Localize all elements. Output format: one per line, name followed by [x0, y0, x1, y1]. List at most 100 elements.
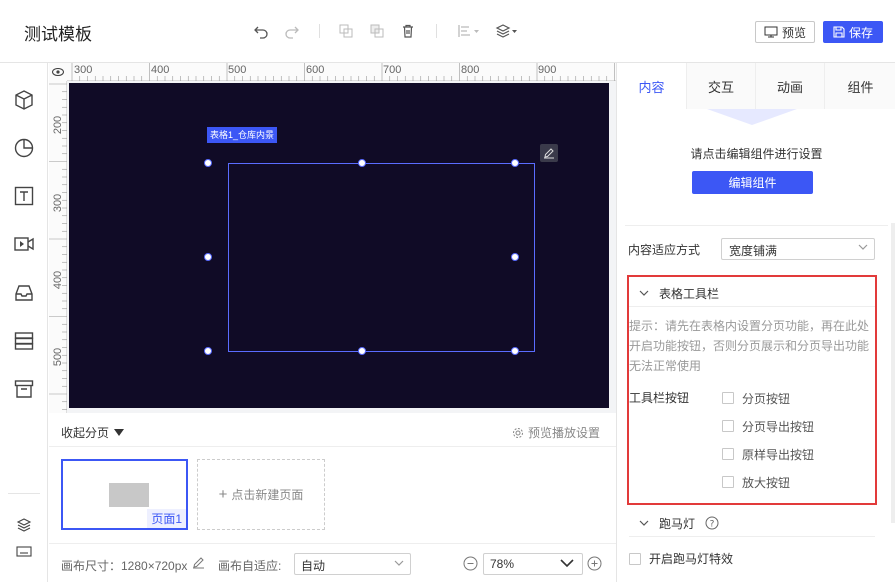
- save-button[interactable]: 保存: [823, 21, 883, 43]
- zoom-out-icon[interactable]: [463, 556, 478, 574]
- resize-handle[interactable]: [204, 347, 212, 355]
- tab-content[interactable]: 内容: [617, 63, 686, 109]
- inbox-icon[interactable]: [12, 281, 36, 305]
- ruler-label: 400: [52, 270, 65, 290]
- panel-scrollbar[interactable]: [891, 223, 895, 523]
- ruler-label: 400: [151, 64, 170, 76]
- auto-fit-value: 自动: [301, 559, 326, 573]
- ruler-label: 300: [74, 64, 93, 76]
- delete-icon[interactable]: [399, 22, 417, 40]
- ruler-label: 500: [52, 347, 65, 367]
- ruler-label: 600: [306, 64, 325, 76]
- pencil-icon[interactable]: [540, 144, 558, 162]
- checkbox[interactable]: [722, 476, 734, 488]
- marquee-section-header[interactable]: 跑马灯 ?: [629, 512, 875, 534]
- cube-icon[interactable]: [12, 88, 36, 112]
- checkbox-zoom-button[interactable]: 放大按钮: [722, 474, 790, 490]
- property-tabs: 内容 交互 动画 组件: [617, 63, 895, 109]
- collapse-pages-button[interactable]: 收起分页: [61, 424, 125, 441]
- toolbar-divider: [319, 24, 320, 38]
- content-fit-label: 内容适应方式: [628, 243, 701, 257]
- checkbox[interactable]: [629, 552, 641, 565]
- resize-handle[interactable]: [358, 347, 366, 355]
- table-toolbar-section-header[interactable]: 表格工具栏: [629, 282, 875, 304]
- auto-fit-select[interactable]: 自动: [294, 553, 411, 575]
- tab-component[interactable]: 组件: [824, 63, 895, 109]
- resize-handle[interactable]: [204, 253, 212, 261]
- svg-text:?: ?: [710, 520, 715, 530]
- divider: [629, 536, 875, 537]
- checkbox[interactable]: [722, 392, 734, 404]
- ruler-label: 800: [461, 64, 480, 76]
- resize-handle[interactable]: [511, 347, 519, 355]
- tab-animation[interactable]: 动画: [755, 63, 824, 109]
- content-fit-value: 宽度铺满: [729, 244, 778, 258]
- text-icon[interactable]: [12, 184, 36, 208]
- auto-fit-label: 画布自适应:: [218, 559, 282, 573]
- server-icon[interactable]: [12, 329, 36, 353]
- canvas-stage[interactable]: 表格1_仓库内景: [69, 83, 609, 408]
- edit-hint-text: 请点击编辑组件进行设置: [690, 147, 823, 161]
- paste-icon[interactable]: [368, 22, 386, 40]
- layers-icon[interactable]: [12, 513, 36, 537]
- add-page-button[interactable]: + 点击新建页面: [197, 459, 325, 530]
- divider: [625, 225, 888, 226]
- checkbox-pagination-button[interactable]: 分页按钮: [722, 390, 790, 406]
- resize-handle[interactable]: [358, 159, 366, 167]
- ruler-label: 200: [52, 115, 65, 135]
- preview-button[interactable]: 预览: [755, 21, 815, 43]
- caret-down-icon: [114, 428, 125, 436]
- keyboard-icon[interactable]: [12, 539, 36, 563]
- help-icon[interactable]: ?: [705, 516, 719, 530]
- layer-icon[interactable]: [494, 22, 520, 40]
- checkbox-label: 开启跑马灯特效: [649, 552, 734, 566]
- redo-icon[interactable]: [283, 22, 301, 40]
- chevron-down-icon: [639, 520, 649, 526]
- gear-icon: [512, 427, 523, 438]
- right-panel: 内容 交互 动画 组件 请点击编辑组件进行设置 编辑组件 内容适应方式 宽度铺满…: [616, 63, 895, 582]
- pages-header: 收起分页 预览播放设置: [49, 414, 616, 447]
- page-label: 页面1: [147, 509, 186, 528]
- preview-label: 预览: [781, 25, 806, 40]
- page-thumbnail[interactable]: 页面1: [61, 459, 188, 530]
- video-icon[interactable]: [12, 232, 36, 256]
- resize-handle[interactable]: [511, 253, 519, 261]
- tab-label: 内容: [638, 79, 665, 95]
- eye-icon[interactable]: [49, 63, 67, 81]
- checkbox[interactable]: [722, 420, 734, 432]
- checkbox-enable-marquee[interactable]: 开启跑马灯特效: [629, 550, 733, 567]
- checkbox-page-export-button[interactable]: 分页导出按钮: [722, 418, 814, 434]
- content-fit-select[interactable]: 宽度铺满: [721, 238, 875, 260]
- preview-settings-button[interactable]: 预览播放设置: [512, 424, 600, 441]
- plus-icon: +: [218, 486, 228, 503]
- monitor-icon: [764, 26, 778, 38]
- resize-handle[interactable]: [204, 159, 212, 167]
- canvas-area[interactable]: 300 400 500 600 700 800 900 200 300 400 …: [49, 63, 616, 413]
- edit-component-button[interactable]: 编辑组件: [692, 171, 813, 194]
- save-label: 保存: [848, 25, 873, 40]
- zoom-in-icon[interactable]: [587, 556, 602, 574]
- collapse-pages-label: 收起分页: [61, 426, 110, 440]
- tab-interaction[interactable]: 交互: [686, 63, 755, 109]
- resize-handle[interactable]: [511, 159, 519, 167]
- copy-icon[interactable]: [337, 22, 355, 40]
- canvas-size-label: 画布尺寸：1280×720px: [61, 559, 188, 573]
- checkbox-label: 原样导出按钮: [742, 447, 815, 462]
- tab-label: 交互: [707, 79, 734, 95]
- ruler-left: 200 300 400 500: [49, 81, 67, 413]
- selected-table-component[interactable]: [228, 163, 535, 352]
- toolbar-tip-text: 提示：请先在表格内设置分页功能，再在此处开启功能按钮，否则分页展示和分页导出功能…: [629, 319, 870, 373]
- bottom-bar: 画布尺寸：1280×720px 画布自适应: 自动 78%: [49, 543, 616, 582]
- zoom-select[interactable]: 78%: [483, 553, 583, 575]
- checkbox-original-export-button[interactable]: 原样导出按钮: [722, 446, 814, 462]
- toolbar-buttons-label: 工具栏按钮: [629, 391, 690, 405]
- undo-icon[interactable]: [252, 22, 270, 40]
- pie-chart-icon[interactable]: [12, 136, 36, 160]
- marquee-title: 跑马灯: [659, 516, 696, 531]
- align-icon[interactable]: [456, 22, 482, 40]
- checkbox-label: 分页按钮: [742, 391, 791, 406]
- pencil-icon[interactable]: [192, 556, 205, 572]
- archive-icon[interactable]: [12, 377, 36, 401]
- table-toolbar-title: 表格工具栏: [659, 286, 720, 301]
- checkbox[interactable]: [722, 448, 734, 460]
